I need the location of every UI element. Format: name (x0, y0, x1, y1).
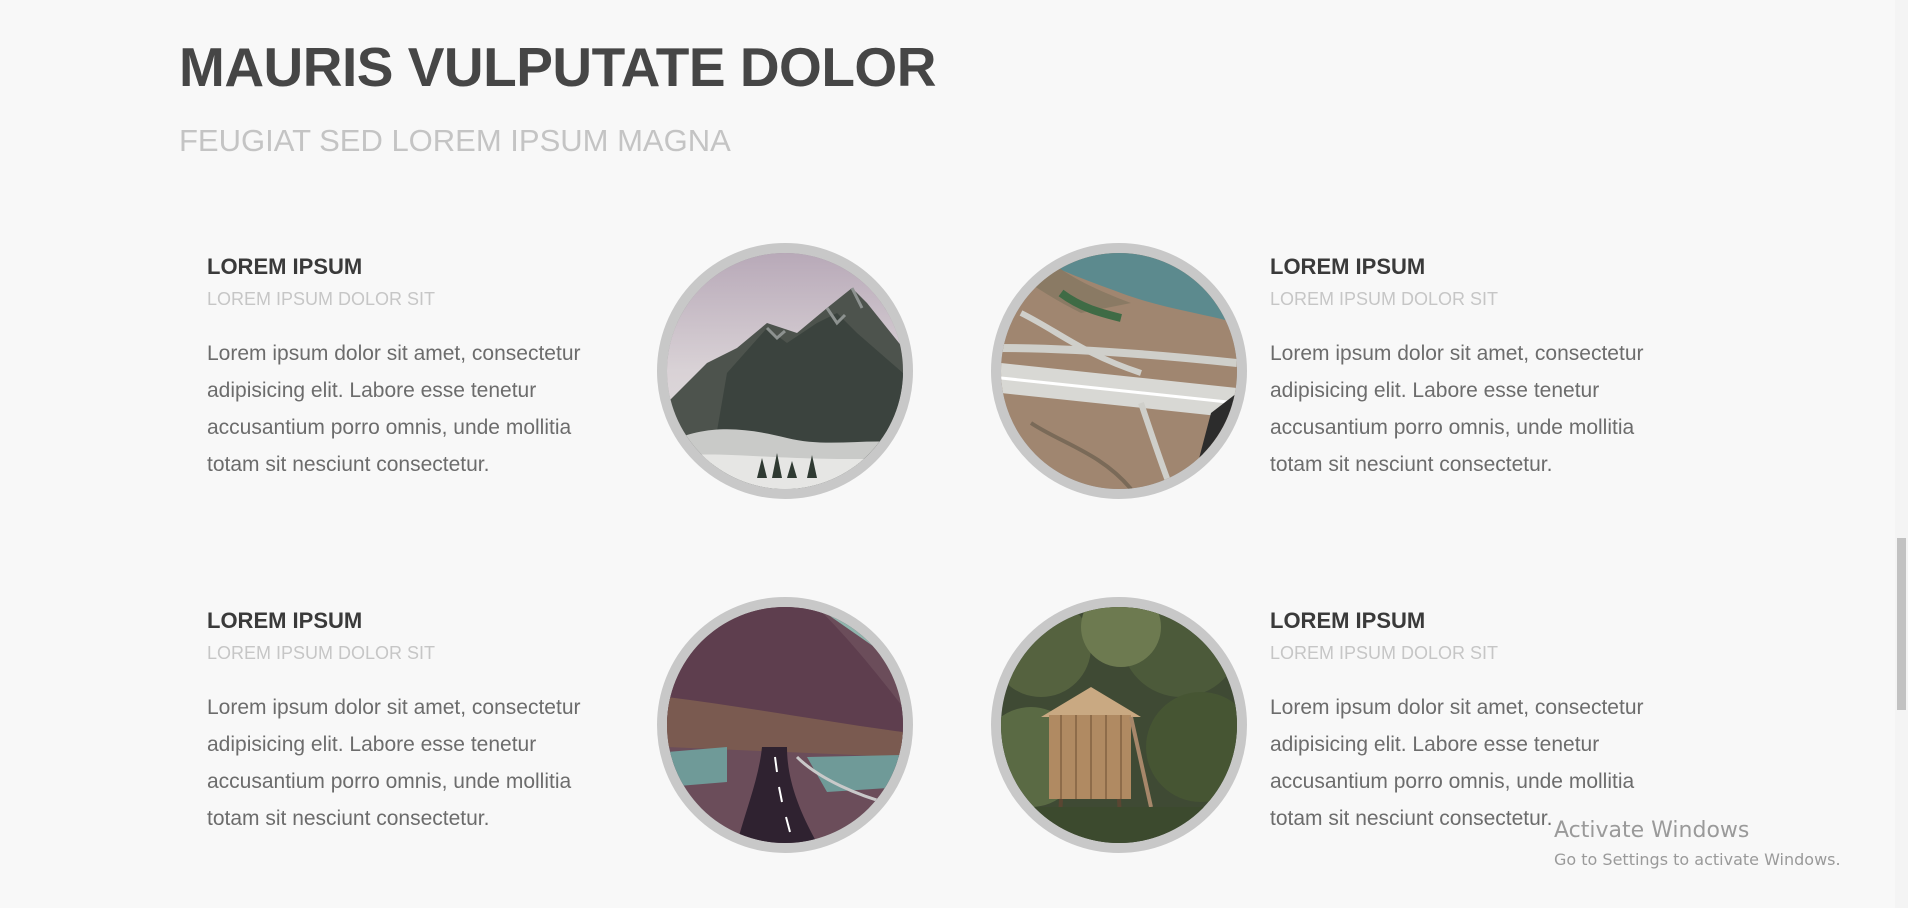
feature-title: LOREM IPSUM (207, 608, 363, 633)
scrollbar-thumb[interactable] (1897, 538, 1906, 710)
feature-title: LOREM IPSUM (1270, 254, 1426, 279)
features-section: MAURIS VULPUTATE DOLOR FEUGIAT SED LOREM… (0, 0, 1908, 908)
feature-description: Lorem ipsum dolor sit amet, consectetur … (207, 695, 581, 830)
feature-card-3: LOREM IPSUM LOREM IPSUM DOLOR SIT Lorem … (207, 608, 627, 837)
feature-subtitle: LOREM IPSUM DOLOR SIT (1270, 289, 1499, 310)
section-title: MAURIS VULPUTATE DOLOR (179, 36, 936, 98)
feature-description: Lorem ipsum dolor sit amet, consectetur … (207, 341, 581, 476)
section-subtitle: FEUGIAT SED LOREM IPSUM MAGNA (179, 123, 731, 158)
wooden-cabin-photo-image (1001, 607, 1237, 843)
mountain-photo (657, 243, 913, 499)
feature-title: LOREM IPSUM (207, 254, 363, 279)
mountain-photo-image (667, 253, 903, 489)
feature-description: Lorem ipsum dolor sit amet, consectetur … (1270, 341, 1644, 476)
watermark-title: Activate Windows (1554, 818, 1750, 843)
watermark-subtitle: Go to Settings to activate Windows. (1554, 850, 1841, 870)
coastal-road-photo-image (667, 607, 903, 843)
activate-windows-watermark: Activate Windows Go to Settings to activ… (1554, 818, 1841, 870)
feature-subtitle: LOREM IPSUM DOLOR SIT (207, 289, 436, 310)
feature-subtitle: LOREM IPSUM DOLOR SIT (207, 643, 436, 664)
highway-aerial-photo (991, 243, 1247, 499)
feature-card-4: LOREM IPSUM LOREM IPSUM DOLOR SIT Lorem … (1270, 608, 1690, 837)
feature-card-1: LOREM IPSUM LOREM IPSUM DOLOR SIT Lorem … (207, 254, 627, 483)
wooden-cabin-photo (991, 597, 1247, 853)
feature-title: LOREM IPSUM (1270, 608, 1426, 633)
vertical-scrollbar[interactable] (1895, 0, 1908, 908)
feature-subtitle: LOREM IPSUM DOLOR SIT (1270, 643, 1499, 664)
feature-description: Lorem ipsum dolor sit amet, consectetur … (1270, 695, 1644, 830)
feature-card-2: LOREM IPSUM LOREM IPSUM DOLOR SIT Lorem … (1270, 254, 1690, 483)
highway-aerial-photo-image (1001, 253, 1237, 489)
coastal-road-photo (657, 597, 913, 853)
